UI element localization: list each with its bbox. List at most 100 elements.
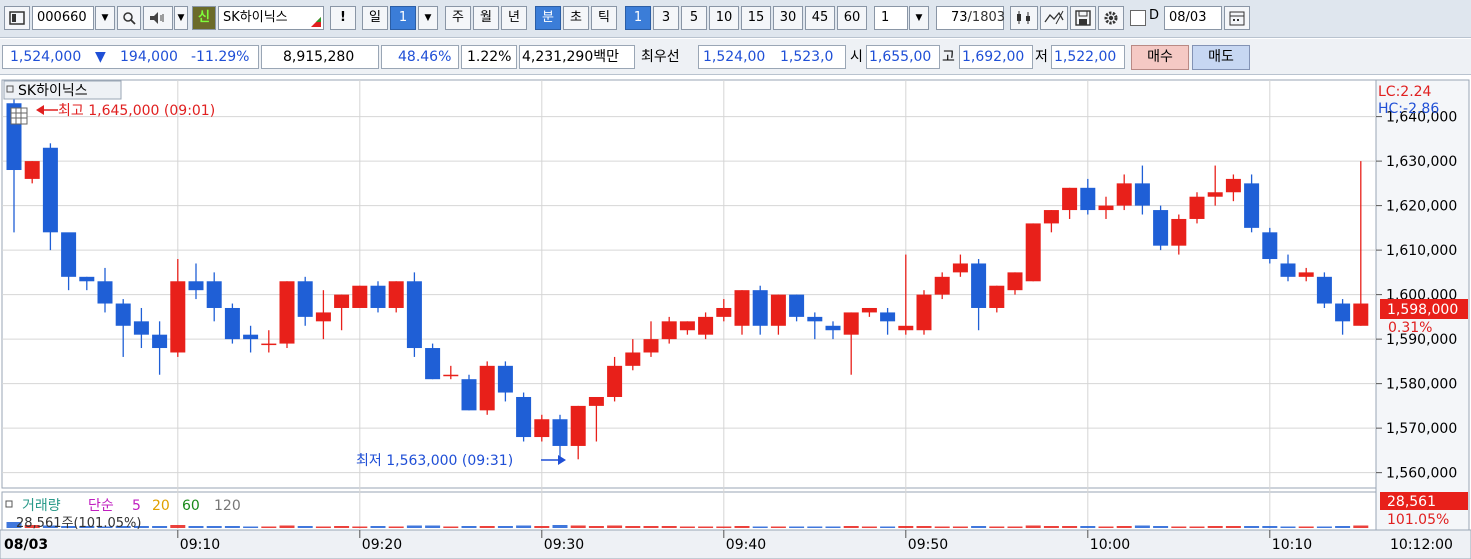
volume-pct-label: 101.05% <box>1387 512 1449 528</box>
interval-button-3[interactable]: 3 <box>653 6 679 30</box>
volume-bar <box>752 526 768 528</box>
volume-bar <box>1116 526 1132 528</box>
period-day-count[interactable]: 1 <box>390 6 416 30</box>
candle <box>370 281 386 313</box>
interval-button-60[interactable]: 60 <box>837 6 867 30</box>
save-button[interactable] <box>1070 6 1096 30</box>
price-tick-label: 1,620,000 <box>1386 199 1457 215</box>
turnover-rate: 1.22% <box>467 49 512 65</box>
candle-body <box>1098 205 1114 211</box>
date-axis-label: 08/03 <box>4 537 48 553</box>
candlestick-chart[interactable]: 1,560,0001,570,0001,580,0001,590,0001,60… <box>0 78 1471 559</box>
volume-legend-title: 거래량 <box>22 498 61 514</box>
stock-code-input[interactable]: 000660 <box>32 6 94 30</box>
interval-button-10[interactable]: 10 <box>709 6 739 30</box>
candle-body <box>115 303 131 326</box>
volume-bar <box>1244 526 1260 528</box>
volume-bar <box>607 525 623 528</box>
current-price: 1,524,000 <box>10 49 82 65</box>
candle-body <box>971 263 987 308</box>
candle-body <box>133 321 149 335</box>
sell-button[interactable]: 매도 <box>1192 45 1250 70</box>
interval-button-15[interactable]: 15 <box>741 6 771 30</box>
volume-bar <box>861 526 877 528</box>
candle <box>388 281 404 313</box>
volume-bar <box>643 526 659 528</box>
period-minute-button[interactable]: 분 <box>535 6 561 30</box>
period-month-button[interactable]: 월 <box>473 6 499 30</box>
period-minute-label: 분 <box>542 10 554 25</box>
trade-amount: 4,231,290백만 <box>522 49 620 65</box>
candle-body <box>916 294 932 331</box>
best-bid: 1,523,0 <box>780 49 834 65</box>
candle <box>1153 205 1169 251</box>
volume-bar <box>425 525 441 528</box>
volume-ma20: 20 <box>152 498 170 514</box>
interval-button-1[interactable]: 1 <box>625 6 651 30</box>
time-tick-label: 10:00 <box>1090 537 1130 553</box>
stock-code-value: 000660 <box>37 10 87 25</box>
volume-pane <box>1 491 1377 531</box>
period-year-button[interactable]: 년 <box>501 6 527 30</box>
period-tick-button[interactable]: 틱 <box>591 6 617 30</box>
code-dropdown-button[interactable]: ▼ <box>95 6 115 30</box>
trendline-button[interactable] <box>1040 6 1068 30</box>
interval-button-5[interactable]: 5 <box>681 6 707 30</box>
candle-body <box>188 281 204 291</box>
volume-bar <box>297 526 313 528</box>
candle <box>1316 272 1332 308</box>
volume-bar <box>1189 526 1205 528</box>
volume-bar <box>570 525 586 528</box>
price-ticks: 1,560,0001,570,0001,580,0001,590,0001,60… <box>1376 110 1457 482</box>
search-button[interactable] <box>117 6 141 30</box>
period-second-button[interactable]: 초 <box>563 6 589 30</box>
candle-body <box>789 294 805 317</box>
candle-body <box>661 321 677 340</box>
period-week-button[interactable]: 주 <box>445 6 471 30</box>
buy-button[interactable]: 매수 <box>1131 45 1189 70</box>
gear-icon <box>1104 11 1118 25</box>
volume-bar <box>1335 526 1351 528</box>
d-checkbox-label: D <box>1149 8 1160 23</box>
volume-bar <box>1262 526 1278 528</box>
count-field[interactable]: 73/1803 <box>936 6 1005 30</box>
screen-menu-icon[interactable] <box>4 6 30 30</box>
calendar-button[interactable] <box>1224 6 1250 30</box>
period-day-button[interactable]: 일 <box>362 6 388 30</box>
interval-button-30[interactable]: 30 <box>773 6 803 30</box>
candle-type-button[interactable] <box>1010 6 1038 30</box>
interval-label: 30 <box>779 10 797 25</box>
alert-button[interactable]: ! <box>330 6 356 30</box>
candle-body <box>1316 276 1332 304</box>
data-table-icon[interactable] <box>10 107 28 125</box>
time-tick-label: 09:30 <box>544 537 584 553</box>
count-value: 73 <box>951 10 968 25</box>
candle-body <box>1207 192 1223 197</box>
interval-input[interactable]: 1 <box>874 6 908 30</box>
stock-name-field[interactable]: SK하이닉스 <box>218 6 324 30</box>
candle-body <box>534 419 550 438</box>
candle-body <box>315 312 331 322</box>
volume-bar <box>679 526 695 528</box>
interval-label: 5 <box>689 10 699 25</box>
period-dropdown-button[interactable]: ▼ <box>418 6 438 30</box>
search-icon <box>123 12 136 25</box>
volume-bar <box>698 526 714 528</box>
interval-dropdown-button[interactable]: ▼ <box>909 6 929 30</box>
volume-bar <box>843 526 859 528</box>
alert-label: ! <box>340 10 346 25</box>
speaker-dropdown-button[interactable]: ▼ <box>174 6 188 30</box>
interval-label: 60 <box>843 10 861 25</box>
candle <box>279 281 295 349</box>
candle-body <box>224 307 240 340</box>
candle-body <box>1335 303 1351 322</box>
period-tick-label: 틱 <box>598 10 610 25</box>
speaker-button[interactable] <box>143 6 173 30</box>
d-checkbox[interactable] <box>1130 10 1146 26</box>
settings-button[interactable] <box>1098 6 1124 30</box>
candle-body <box>752 290 768 326</box>
date-input[interactable]: 08/03 <box>1164 6 1222 30</box>
time-tick-label: 10:10 <box>1272 537 1312 553</box>
interval-button-45[interactable]: 45 <box>805 6 835 30</box>
candle-body <box>1225 178 1241 193</box>
